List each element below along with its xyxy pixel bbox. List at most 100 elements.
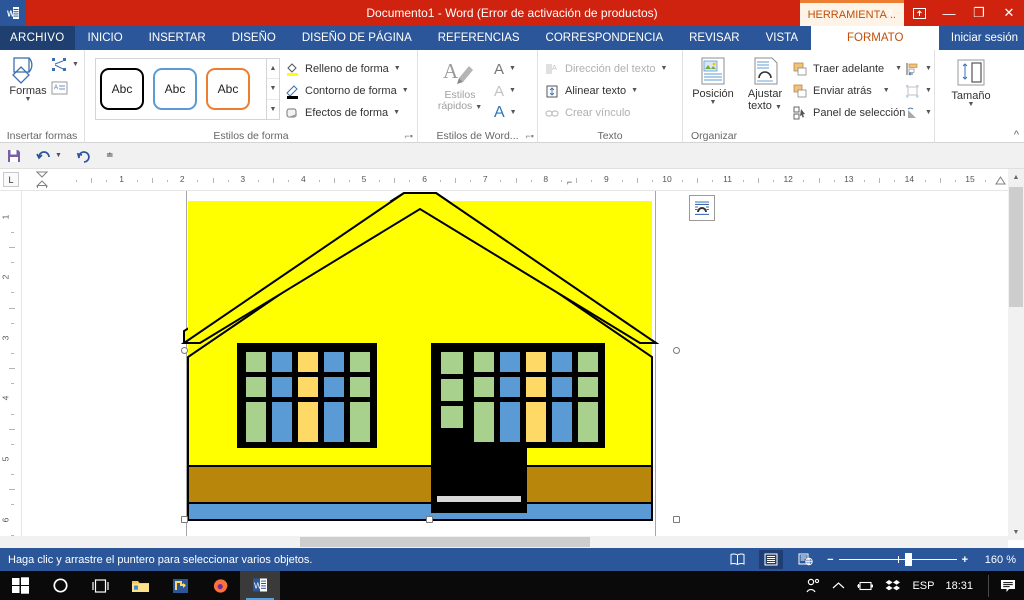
shape-styles-gallery[interactable]: Abc Abc Abc ▲ ▼ ▼	[95, 58, 280, 120]
wordart-dialog-launcher[interactable]: ⌐▪	[526, 131, 534, 141]
zoom-track[interactable]	[838, 553, 957, 566]
chevron-down-icon[interactable]: ▼	[883, 87, 890, 94]
language-indicator[interactable]: ESP	[912, 580, 934, 592]
customize-icon[interactable]: ≐	[106, 150, 114, 161]
align-text-button[interactable]: Alinear texto ▼	[545, 80, 667, 102]
edit-shape-button[interactable]	[50, 56, 70, 74]
app-icon[interactable]	[160, 571, 200, 600]
dropbox-icon[interactable]	[885, 579, 901, 593]
text-effects-button[interactable]: A ▼	[494, 102, 517, 124]
redo-icon[interactable]	[76, 149, 92, 163]
selection-handle-left-mid[interactable]	[181, 347, 188, 354]
chevron-down-icon[interactable]: ▼	[393, 109, 400, 116]
first-line-indent-marker[interactable]	[36, 171, 48, 188]
rotate-objects-button[interactable]: ▼	[905, 102, 932, 124]
right-indent-marker[interactable]	[995, 176, 1006, 185]
chevron-down-icon[interactable]: ▼	[25, 96, 32, 103]
selection-handle-right-mid[interactable]	[673, 347, 680, 354]
text-fill-button[interactable]: A ▼	[494, 58, 517, 80]
chevron-down-icon[interactable]: ▼	[631, 87, 638, 94]
undo-icon[interactable]: ▼	[36, 149, 62, 163]
zoom-knob[interactable]	[904, 553, 912, 566]
gallery-scroll-buttons[interactable]: ▲ ▼ ▼	[266, 59, 279, 119]
shape-style-thumb-2[interactable]: Abc	[153, 68, 197, 110]
zoom-slider[interactable]: − +	[827, 553, 968, 566]
battery-icon[interactable]	[856, 580, 874, 592]
left-indent-marker[interactable]: ⌐	[567, 177, 572, 187]
align-objects-button[interactable]: ▼	[905, 58, 932, 80]
minimize-button[interactable]: —	[934, 0, 964, 26]
windows-start-icon[interactable]	[0, 571, 40, 600]
send-backward-button[interactable]: Enviar atrás ▼	[793, 80, 905, 102]
chevron-down-icon[interactable]: ▼	[661, 65, 668, 72]
notifications-icon[interactable]	[1000, 579, 1016, 593]
zoom-out-button[interactable]: −	[827, 554, 833, 566]
file-explorer-icon[interactable]	[120, 571, 160, 600]
quick-styles-button[interactable]: A Estilos rápidos ▼	[432, 58, 488, 112]
tab-selector-button[interactable]: L	[3, 172, 19, 187]
read-mode-icon[interactable]	[725, 550, 749, 569]
text-outline-button[interactable]: A ▼	[494, 80, 517, 102]
help-button[interactable]: ?	[874, 0, 904, 26]
scroll-up-icon[interactable]: ▲	[1008, 169, 1024, 185]
size-button[interactable]: Tamaño ▼	[947, 58, 995, 108]
scroll-down-icon[interactable]: ▼	[1008, 524, 1024, 540]
chevron-down-icon[interactable]: ▼	[895, 65, 902, 72]
close-button[interactable]: ✕	[994, 0, 1024, 26]
show-hidden-icons-icon[interactable]	[832, 581, 845, 591]
selection-handle-bottom-mid[interactable]	[426, 516, 433, 523]
bring-forward-button[interactable]: Traer adelante ▼	[793, 58, 905, 80]
chevron-down-icon[interactable]: ▼	[402, 87, 409, 94]
edit-shape-chevron-icon[interactable]: ▼	[72, 61, 79, 68]
group-objects-button[interactable]: ▼	[905, 80, 932, 102]
people-icon[interactable]	[805, 578, 821, 593]
gallery-scroll-up-icon[interactable]: ▲	[267, 59, 279, 80]
tab-vista[interactable]: VISTA	[753, 26, 811, 50]
shape-fill-button[interactable]: Relleno de forma ▼	[285, 58, 409, 80]
create-link-button[interactable]: Crear vínculo	[545, 102, 667, 124]
chevron-down-icon[interactable]: ▼	[968, 101, 975, 108]
sign-in-link[interactable]: Iniciar sesión	[951, 26, 1018, 50]
chevron-down-icon[interactable]: ▼	[55, 152, 62, 159]
tab-insertar[interactable]: INSERTAR	[136, 26, 219, 50]
tab-referencias[interactable]: REFERENCIAS	[425, 26, 533, 50]
ribbon-display-options-icon[interactable]	[904, 0, 934, 26]
chevron-down-icon[interactable]: ▼	[475, 104, 482, 111]
selection-pane-button[interactable]: Panel de selección	[793, 102, 905, 124]
vertical-scrollbar[interactable]: ▲ ▼	[1008, 169, 1024, 540]
save-icon[interactable]	[6, 148, 22, 164]
vertical-ruler[interactable]: 1 2 3 4 5 6	[0, 191, 22, 567]
gallery-scroll-down-icon[interactable]: ▼	[267, 79, 279, 100]
tab-correspondencia[interactable]: CORRESPONDENCIA	[533, 26, 677, 50]
tab-archivo[interactable]: ARCHIVO	[0, 26, 75, 50]
tab-formato[interactable]: FORMATO	[811, 26, 940, 50]
word-taskbar-icon[interactable]: W	[240, 571, 280, 600]
horizontal-scrollbar[interactable]	[0, 536, 1008, 548]
collapse-ribbon-button[interactable]: ^	[1014, 129, 1019, 141]
tab-diseno[interactable]: DISEÑO	[219, 26, 289, 50]
chevron-down-icon[interactable]: ▼	[394, 65, 401, 72]
horizontal-scroll-thumb[interactable]	[300, 537, 590, 547]
shape-effects-button[interactable]: Efectos de forma ▼	[285, 102, 409, 124]
gallery-more-icon[interactable]: ▼	[267, 100, 279, 119]
firefox-icon[interactable]	[200, 571, 240, 600]
chevron-down-icon[interactable]: ▼	[925, 87, 932, 94]
selection-handle-bottom-left[interactable]	[181, 516, 188, 523]
cortana-search-icon[interactable]	[40, 571, 80, 600]
chevron-down-icon[interactable]: ▼	[509, 87, 516, 94]
wrap-text-button[interactable]: Ajustar texto ▼	[740, 56, 790, 112]
shape-outline-button[interactable]: Contorno de forma ▼	[285, 80, 409, 102]
chevron-down-icon[interactable]: ▼	[925, 65, 932, 72]
zoom-in-button[interactable]: +	[962, 554, 968, 566]
zoom-level[interactable]: 160 %	[978, 554, 1016, 566]
formas-button[interactable]: Formas ▼	[4, 55, 52, 103]
text-direction-button[interactable]: A Dirección del texto ▼	[545, 58, 667, 80]
tab-revisar[interactable]: REVISAR	[676, 26, 753, 50]
horizontal-ruler[interactable]: L 1 2 3 4 5 6 7 8 9 10 11 12 13 14 15 ⌐	[0, 169, 1024, 191]
chevron-down-icon[interactable]: ▼	[510, 109, 517, 116]
layout-options-icon[interactable]	[689, 195, 715, 221]
selection-handle-bottom-right[interactable]	[673, 516, 680, 523]
tab-inicio[interactable]: INICIO	[75, 26, 136, 50]
chevron-down-icon[interactable]: ▼	[775, 104, 782, 111]
horizontal-ruler-track[interactable]: 1 2 3 4 5 6 7 8 9 10 11 12 13 14 15	[22, 172, 1017, 187]
